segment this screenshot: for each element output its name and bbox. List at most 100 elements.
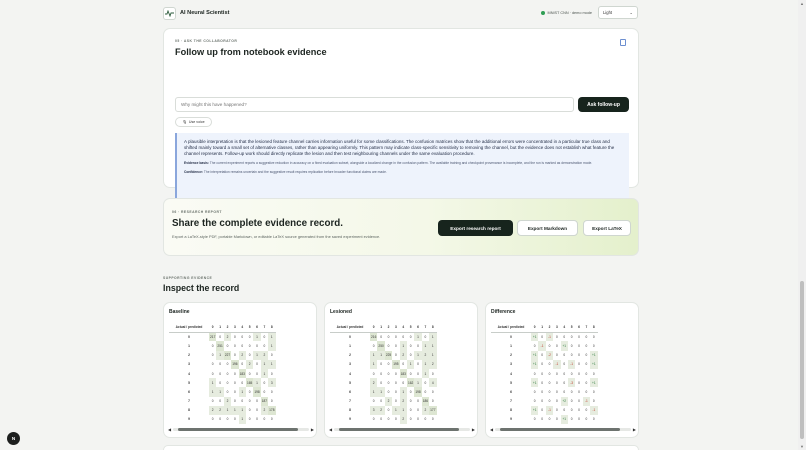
confidence-label: Confidence: bbox=[184, 169, 204, 174]
matrix-col-header: 3 bbox=[553, 323, 561, 333]
matrix-cell: -1 bbox=[553, 359, 561, 369]
matrix-cell: 0 bbox=[585, 389, 588, 394]
matrix-row: 2 +1 0 -2 0 0 0 0 0 +1 bbox=[491, 350, 598, 360]
matrix-row: 7 0 0 2 0 2 0 0 186 0 bbox=[330, 396, 437, 406]
matrix-cell: +1 bbox=[590, 378, 598, 388]
matrix-cell: 2 bbox=[399, 350, 407, 360]
horizontal-scrollbar[interactable]: ◀ ▶ bbox=[329, 427, 475, 432]
matrix-cell: 0 bbox=[578, 399, 580, 404]
confusion-matrix: Actual / predicted 0 1 2 3 4 5 6 7 8 0 +1 0 -1 0 0 0 0 0 0 1… bbox=[491, 323, 598, 425]
matrix-cell: +1 bbox=[531, 378, 539, 388]
matrix-cell: 0 bbox=[563, 380, 566, 385]
matrix-cell: 1 bbox=[399, 405, 407, 415]
export-research-report-button[interactable]: Export research report bbox=[438, 220, 513, 236]
theme-select[interactable]: Light ⌄ bbox=[598, 6, 638, 19]
scroll-down-icon[interactable]: ▼ bbox=[800, 444, 804, 449]
matrix-cell: 0 bbox=[541, 417, 543, 422]
matrix-cell: 177 bbox=[429, 405, 437, 415]
scroll-right-icon[interactable]: ▶ bbox=[633, 427, 636, 432]
matrix-cell: 1 bbox=[268, 332, 276, 342]
horizontal-scrollbar[interactable]: ◀ ▶ bbox=[168, 427, 314, 432]
matrix-col-header: 2 bbox=[545, 323, 554, 333]
matrix-cell: 1 bbox=[216, 387, 224, 397]
use-voice-label: Use voice bbox=[188, 120, 205, 124]
matrix-cell: 0 bbox=[541, 408, 543, 413]
matrix-cell: 0 bbox=[270, 389, 273, 394]
use-voice-button[interactable]: 🎙 Use voice bbox=[175, 117, 212, 127]
matrix-row-label: 5 bbox=[349, 380, 351, 385]
matrix-cell: 0 bbox=[380, 399, 382, 404]
scroll-left-icon[interactable]: ◀ bbox=[168, 427, 171, 432]
matrix-cell: 1 bbox=[253, 350, 261, 360]
matrix-cell: 0 bbox=[409, 343, 412, 348]
matrix-cell: 195 bbox=[392, 359, 400, 369]
matrix-cell: 0 bbox=[219, 380, 221, 385]
matrix-col-header: 8 bbox=[268, 323, 276, 333]
matrix-cell: 0 bbox=[417, 408, 419, 413]
matrix-cell: 0 bbox=[256, 343, 258, 348]
matrix-cell: 0 bbox=[555, 389, 558, 394]
matrix-cell: -1 bbox=[545, 405, 554, 415]
ask-follow-up-button[interactable]: Ask follow-up bbox=[578, 97, 629, 112]
scroll-left-icon[interactable]: ◀ bbox=[329, 427, 332, 432]
matrix-cell: 0 bbox=[233, 343, 236, 348]
matrix-cell: 1 bbox=[238, 387, 246, 397]
matrix-cell: 0 bbox=[409, 371, 412, 376]
matrix-cell: 0 bbox=[387, 335, 390, 340]
matrix-col-header: 5 bbox=[406, 323, 415, 333]
matrix-row-label: 9 bbox=[510, 417, 512, 422]
matrix-row-label: 5 bbox=[510, 380, 512, 385]
matrix-cell: +2 bbox=[560, 396, 568, 406]
matrix-cell: 2 bbox=[216, 405, 224, 415]
matrix-row: 6000000000 bbox=[491, 387, 598, 396]
horizontal-scrollbar[interactable]: ◀ ▶ bbox=[490, 427, 636, 432]
matrix-cell: 0 bbox=[211, 399, 214, 404]
matrix-col-header: 1 bbox=[538, 323, 546, 333]
matrix-cell: 0 bbox=[372, 371, 375, 376]
matrix-cell: 0 bbox=[555, 408, 558, 413]
matrix-cell: +1 bbox=[590, 350, 598, 360]
scroll-left-icon[interactable]: ◀ bbox=[490, 427, 493, 432]
export-markdown-button[interactable]: Export Markdown bbox=[517, 220, 578, 236]
matrix-cell: 0 bbox=[541, 389, 543, 394]
ask-eyebrow: 05 · ASK THE COLLABORATOR bbox=[175, 39, 238, 43]
matrix-cell: 1 bbox=[238, 405, 246, 415]
matrix-cell: 0 bbox=[380, 371, 382, 376]
matrix-cell: 0 bbox=[578, 408, 580, 413]
report-eyebrow: 06 · RESEARCH REPORT bbox=[172, 210, 222, 214]
matrix-cell: 1 bbox=[392, 405, 400, 415]
avatar-button[interactable]: N bbox=[7, 432, 20, 445]
matrix-cell: 0 bbox=[387, 362, 390, 367]
matrix-cell: 1 bbox=[414, 332, 422, 342]
chevron-down-icon: ⌄ bbox=[629, 10, 633, 15]
matrix-cell: 0 bbox=[394, 371, 397, 376]
model-status: MNIST CNN · demo mode bbox=[547, 10, 592, 15]
matrix-cell: -1 bbox=[582, 396, 591, 406]
matrix-cell: 0 bbox=[424, 335, 427, 340]
matrix-cell: 0 bbox=[248, 417, 251, 422]
matrix-title: Lesioned bbox=[330, 309, 352, 315]
matrix-cell: 2 bbox=[260, 350, 269, 360]
matrix-cell: 0 bbox=[555, 417, 558, 422]
matrix-cell: 0 bbox=[548, 371, 551, 376]
matrix-cell: 0 bbox=[263, 343, 266, 348]
notebook-icon[interactable] bbox=[620, 39, 626, 46]
matrix-cell: 2 bbox=[245, 359, 254, 369]
scroll-up-icon[interactable]: ▲ bbox=[800, 1, 804, 6]
matrix-col-header: 4 bbox=[560, 323, 568, 333]
page-scrollbar[interactable]: ▲ ▼ bbox=[798, 0, 806, 450]
page-scroll-thumb[interactable] bbox=[800, 281, 804, 439]
matrix-cell: 0 bbox=[233, 417, 236, 422]
scroll-right-icon[interactable]: ▶ bbox=[472, 427, 475, 432]
matrix-row: 0 217 0 2 0 0 0 1 0 1 bbox=[169, 332, 276, 342]
matrix-col-header: 8 bbox=[590, 323, 598, 333]
matrix-cell: 0 bbox=[541, 335, 543, 340]
matrix-cell: 0 bbox=[248, 389, 251, 394]
export-latex-button[interactable]: Export LaTeX bbox=[583, 220, 631, 236]
scroll-right-icon[interactable]: ▶ bbox=[311, 427, 314, 432]
matrix-cell: 0 bbox=[226, 371, 229, 376]
matrix-row-label: 4 bbox=[510, 371, 512, 376]
follow-up-input[interactable] bbox=[175, 97, 574, 112]
matrix-cell: 0 bbox=[533, 389, 536, 394]
matrix-cell: 0 bbox=[387, 389, 390, 394]
